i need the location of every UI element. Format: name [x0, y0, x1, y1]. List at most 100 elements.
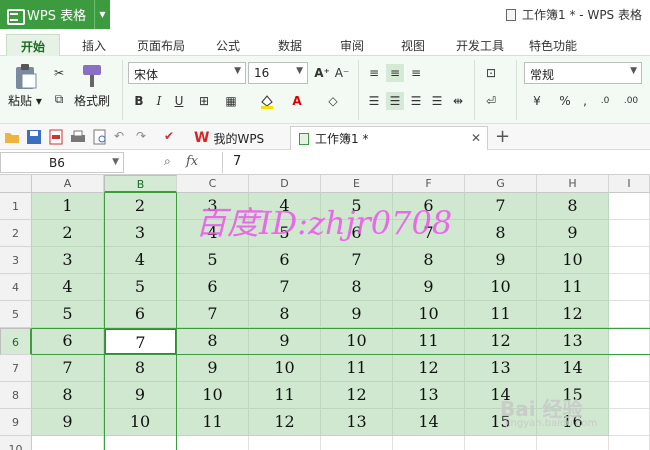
tab-developer[interactable]: 开发工具 [456, 34, 504, 56]
table-cell[interactable]: 14 [393, 409, 465, 436]
table-cell[interactable]: 5 [177, 247, 249, 274]
format-painter-button[interactable]: 格式刷 [74, 62, 110, 109]
column-header[interactable]: C [177, 175, 249, 193]
wrap-text-icon[interactable]: ⏎ [482, 92, 500, 110]
table-cell[interactable] [321, 436, 393, 450]
table-cell[interactable]: 6 [249, 247, 321, 274]
table-cell[interactable]: 10 [465, 274, 537, 301]
table-cell[interactable] [249, 436, 321, 450]
table-cell[interactable] [537, 436, 609, 450]
table-cell[interactable]: 7 [465, 193, 537, 220]
table-cell[interactable] [104, 436, 177, 450]
table-cell[interactable]: 12 [249, 409, 321, 436]
table-cell[interactable]: 2 [104, 193, 177, 220]
table-cell[interactable]: 7 [177, 301, 249, 328]
decrease-decimal-icon[interactable]: .00 [622, 92, 640, 110]
table-cell[interactable]: 11 [249, 382, 321, 409]
align-left-icon[interactable]: ☰ [365, 92, 383, 110]
column-header[interactable]: D [249, 175, 321, 193]
row-header[interactable]: 7 [0, 355, 32, 382]
formula-input[interactable]: 7 [222, 152, 650, 173]
table-cell[interactable]: 9 [393, 274, 465, 301]
table-cell[interactable]: 3 [32, 247, 104, 274]
font-size-select[interactable]: 16 ▼ [248, 62, 308, 84]
table-cell[interactable]: 8 [321, 274, 393, 301]
table-cell[interactable]: 7 [249, 274, 321, 301]
row-header[interactable]: 4 [0, 274, 32, 301]
currency-icon[interactable]: ¥ [528, 92, 546, 110]
column-header[interactable]: A [32, 175, 104, 193]
table-cell[interactable]: 8 [393, 247, 465, 274]
table-cell[interactable]: 11 [465, 301, 537, 328]
cut-icon[interactable]: ✂ [50, 64, 68, 82]
save-icon[interactable] [26, 129, 42, 145]
table-cell[interactable]: 11 [321, 355, 393, 382]
print-preview-icon[interactable] [92, 129, 108, 145]
column-header[interactable]: I [609, 175, 650, 193]
justify-icon[interactable]: ☰ [428, 92, 446, 110]
table-cell[interactable]: 13 [321, 409, 393, 436]
name-box[interactable]: B6 ▼ [0, 152, 124, 173]
table-cell[interactable]: 6 [32, 328, 104, 355]
table-cell[interactable] [32, 436, 104, 450]
merge-center-icon[interactable]: ⊡ [482, 64, 500, 82]
clear-format-icon[interactable]: ◇ [324, 92, 342, 110]
table-cell[interactable]: 10 [393, 301, 465, 328]
open-folder-icon[interactable] [4, 129, 20, 145]
app-menu-button[interactable]: WPS 表格 ▼ [0, 0, 110, 29]
paste-button[interactable]: 粘贴 ▾ [8, 62, 42, 109]
table-cell[interactable]: 9 [321, 301, 393, 328]
align-bottom-icon[interactable]: ≡ [407, 64, 425, 82]
table-cell[interactable]: 13 [537, 328, 609, 355]
number-format-select[interactable]: 常规 ▼ [524, 62, 642, 84]
thousands-icon[interactable]: , [576, 92, 594, 110]
table-cell[interactable] [609, 382, 650, 409]
table-cell[interactable]: 9 [177, 355, 249, 382]
italic-icon[interactable]: I [150, 92, 168, 110]
table-cell[interactable]: 12 [537, 301, 609, 328]
table-cell[interactable]: 3 [104, 220, 177, 247]
tab-page-layout[interactable]: 页面布局 [137, 34, 185, 56]
table-cell[interactable] [465, 436, 537, 450]
table-cell[interactable]: 10 [104, 409, 177, 436]
table-cell[interactable] [609, 247, 650, 274]
table-cell[interactable]: 11 [393, 328, 465, 355]
table-cell[interactable] [609, 193, 650, 220]
table-cell[interactable]: 10 [537, 247, 609, 274]
table-cell[interactable]: 7 [32, 355, 104, 382]
pin-icon[interactable]: ✔ [164, 129, 180, 145]
table-cell[interactable] [609, 274, 650, 301]
tab-review[interactable]: 审阅 [340, 34, 364, 56]
align-right-icon[interactable]: ☰ [407, 92, 425, 110]
tab-special-features[interactable]: 特色功能 [529, 34, 577, 56]
table-cell[interactable]: 10 [321, 328, 393, 355]
table-cell[interactable]: 8 [249, 301, 321, 328]
table-cell[interactable]: 12 [465, 328, 537, 355]
table-cell[interactable]: 12 [321, 382, 393, 409]
table-cell[interactable] [393, 436, 465, 450]
column-header[interactable]: B [104, 175, 177, 193]
table-cell[interactable]: 9 [465, 247, 537, 274]
decrease-font-icon[interactable]: A⁻ [333, 64, 351, 82]
table-cell[interactable]: 9 [104, 382, 177, 409]
copy-icon[interactable]: ⧉ [50, 90, 68, 108]
tab-view[interactable]: 视图 [401, 34, 425, 56]
doc-tab-my-wps[interactable]: W 我的WPS [186, 126, 286, 150]
tab-home[interactable]: 开始 [6, 34, 60, 56]
row-header[interactable]: 1 [0, 193, 32, 220]
zoom-search-icon[interactable]: ⌕ [164, 154, 171, 169]
table-cell[interactable]: 9 [537, 220, 609, 247]
table-cell[interactable] [609, 220, 650, 247]
table-cell[interactable]: 10 [177, 382, 249, 409]
font-name-select[interactable]: 宋体 ▼ [128, 62, 246, 84]
table-cell[interactable]: 4 [32, 274, 104, 301]
column-header[interactable]: G [465, 175, 537, 193]
table-cell[interactable]: 6 [177, 274, 249, 301]
table-cell[interactable]: 8 [32, 382, 104, 409]
new-tab-icon[interactable]: + [495, 126, 511, 147]
border-icon[interactable]: ⊞ [195, 92, 213, 110]
tab-data[interactable]: 数据 [278, 34, 302, 56]
table-cell[interactable]: 11 [537, 274, 609, 301]
undo-icon[interactable]: ↶ [114, 129, 130, 145]
align-center-icon[interactable]: ☰ [386, 92, 404, 110]
